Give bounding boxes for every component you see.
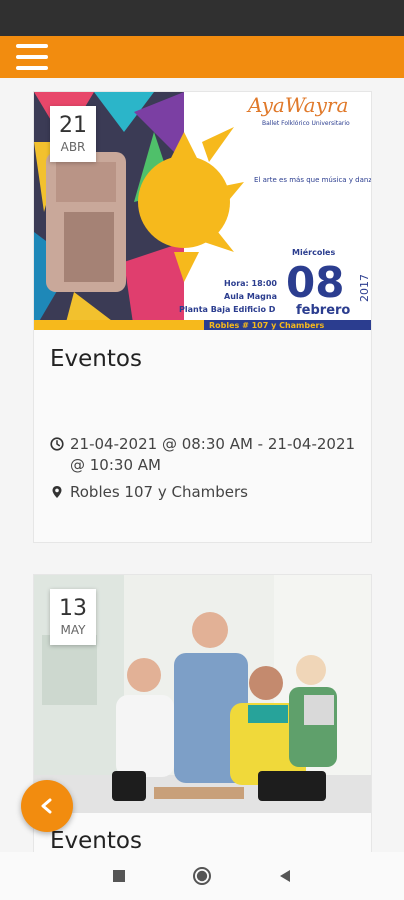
hamburger-menu-icon[interactable] (16, 44, 48, 70)
back-fab-button[interactable] (21, 780, 73, 832)
event-title[interactable]: Eventos (50, 346, 142, 372)
chevron-left-icon (41, 798, 52, 814)
event-location-row: Robles 107 y Chambers (50, 482, 360, 503)
event-location: Robles 107 y Chambers (70, 483, 248, 501)
event-card[interactable]: AyaWayra Ballet Folklórico Universitario… (33, 91, 372, 543)
event-poster-image: AyaWayra Ballet Folklórico Universitario… (34, 92, 371, 330)
poster-month: febrero (296, 303, 350, 318)
triangle-back-icon[interactable] (275, 866, 295, 886)
poster-venue-detail: Planta Baja Edificio D (179, 305, 276, 314)
status-bar (0, 0, 404, 36)
event-list[interactable]: AyaWayra Ballet Folklórico Universitario… (0, 78, 404, 852)
poster-logo-subtitle: Ballet Folklórico Universitario (262, 120, 350, 127)
poster-address: Robles # 107 y Chambers (209, 321, 324, 330)
clock-icon (50, 437, 64, 451)
poster-year: 2017 (358, 274, 371, 302)
circle-icon[interactable] (192, 866, 212, 886)
event-card[interactable]: 13 MAY Eventos (33, 574, 372, 852)
square-icon[interactable] (109, 866, 129, 886)
poster-logo-text: AyaWayra (246, 93, 348, 117)
date-badge: 13 MAY (50, 589, 96, 645)
date-badge: 21 ABR (50, 106, 96, 162)
event-photo-image: 13 MAY (34, 575, 371, 813)
poster-time: Hora: 18:00 (224, 279, 277, 288)
poster-weekday: Miércoles (292, 247, 335, 257)
event-datetime-row: 21-04-2021 @ 08:30 AM - 21-04-2021 @ 10:… (50, 434, 360, 476)
poster-quote: El arte es más que música y danza, es el… (254, 176, 371, 184)
event-datetime: 21-04-2021 @ 08:30 AM - 21-04-2021 @ 10:… (70, 435, 356, 474)
date-month: ABR (60, 140, 86, 154)
date-month: MAY (60, 623, 86, 637)
system-nav-bar (0, 852, 404, 900)
poster-big-day: 08 (286, 258, 344, 307)
date-day: 21 (59, 113, 87, 138)
app-bar (0, 36, 404, 78)
date-day: 13 (59, 596, 87, 621)
poster-venue: Aula Magna (224, 292, 277, 301)
location-pin-icon (52, 486, 62, 498)
